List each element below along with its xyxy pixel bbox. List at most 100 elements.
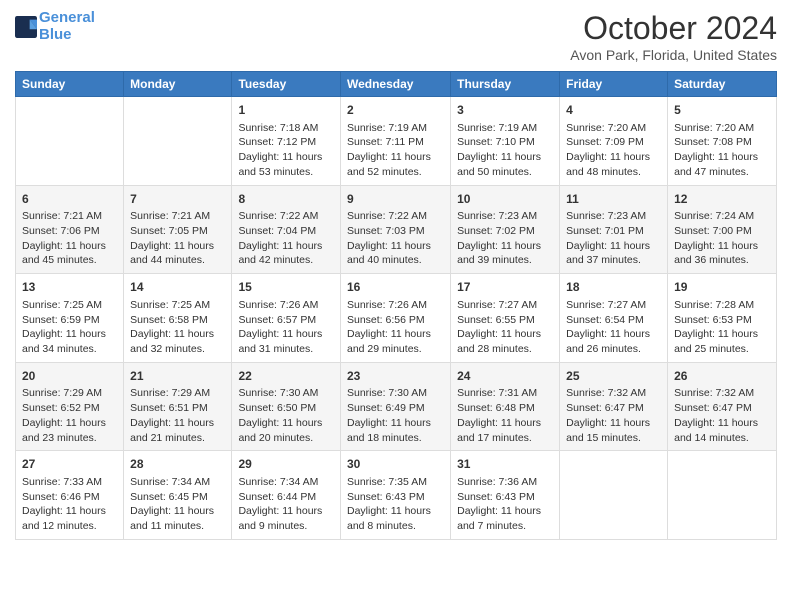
day-number: 7 <box>130 191 225 208</box>
calendar-cell: 2 Sunrise: 7:19 AMSunset: 7:11 PMDaylight… <box>340 97 450 186</box>
cell-content: Sunrise: 7:27 AMSunset: 6:54 PMDaylight:… <box>566 298 661 357</box>
calendar-cell <box>124 97 232 186</box>
logo-line1: General <box>39 9 95 26</box>
calendar-cell: 1 Sunrise: 7:18 AMSunset: 7:12 PMDaylight… <box>232 97 341 186</box>
day-number: 31 <box>457 456 553 473</box>
title-block: October 2024 Avon Park, Florida, United … <box>570 10 777 63</box>
cell-content: Sunrise: 7:19 AMSunset: 7:11 PMDaylight:… <box>347 121 444 180</box>
calendar-cell: 31 Sunrise: 7:36 AMSunset: 6:43 PMDayligh… <box>451 451 560 540</box>
cell-content: Sunrise: 7:30 AMSunset: 6:49 PMDaylight:… <box>347 386 444 445</box>
calendar-cell: 4 Sunrise: 7:20 AMSunset: 7:09 PMDaylight… <box>560 97 668 186</box>
cell-content: Sunrise: 7:18 AMSunset: 7:12 PMDaylight:… <box>238 121 334 180</box>
calendar-week-row: 27 Sunrise: 7:33 AMSunset: 6:46 PMDayligh… <box>16 451 777 540</box>
day-number: 18 <box>566 279 661 296</box>
calendar-cell: 13Sunrise: 7:25 AMSunset: 6:59 PMDayligh… <box>16 274 124 363</box>
calendar-cell: 20Sunrise: 7:29 AMSunset: 6:52 PMDayligh… <box>16 362 124 451</box>
month-title: October 2024 <box>570 10 777 47</box>
calendar-cell: 25Sunrise: 7:32 AMSunset: 6:47 PMDayligh… <box>560 362 668 451</box>
cell-content: Sunrise: 7:21 AMSunset: 7:06 PMDaylight:… <box>22 209 117 268</box>
day-of-week-header: Monday <box>124 72 232 97</box>
calendar-cell: 21Sunrise: 7:29 AMSunset: 6:51 PMDayligh… <box>124 362 232 451</box>
calendar-cell: 12Sunrise: 7:24 AMSunset: 7:00 PMDayligh… <box>668 185 777 274</box>
day-of-week-header: Friday <box>560 72 668 97</box>
cell-content: Sunrise: 7:19 AMSunset: 7:10 PMDaylight:… <box>457 121 553 180</box>
cell-content: Sunrise: 7:36 AMSunset: 6:43 PMDaylight:… <box>457 475 553 534</box>
calendar-week-row: 13Sunrise: 7:25 AMSunset: 6:59 PMDayligh… <box>16 274 777 363</box>
calendar-cell: 5 Sunrise: 7:20 AMSunset: 7:08 PMDaylight… <box>668 97 777 186</box>
cell-content: Sunrise: 7:31 AMSunset: 6:48 PMDaylight:… <box>457 386 553 445</box>
cell-content: Sunrise: 7:22 AMSunset: 7:03 PMDaylight:… <box>347 209 444 268</box>
day-number: 4 <box>566 102 661 119</box>
day-number: 13 <box>22 279 117 296</box>
cell-content: Sunrise: 7:25 AMSunset: 6:58 PMDaylight:… <box>130 298 225 357</box>
cell-content: Sunrise: 7:23 AMSunset: 7:02 PMDaylight:… <box>457 209 553 268</box>
calendar-cell: 11Sunrise: 7:23 AMSunset: 7:01 PMDayligh… <box>560 185 668 274</box>
day-of-week-header: Tuesday <box>232 72 341 97</box>
cell-content: Sunrise: 7:22 AMSunset: 7:04 PMDaylight:… <box>238 209 334 268</box>
day-number: 3 <box>457 102 553 119</box>
location: Avon Park, Florida, United States <box>570 47 777 63</box>
day-of-week-header: Wednesday <box>340 72 450 97</box>
cell-content: Sunrise: 7:20 AMSunset: 7:09 PMDaylight:… <box>566 121 661 180</box>
cell-content: Sunrise: 7:20 AMSunset: 7:08 PMDaylight:… <box>674 121 770 180</box>
day-of-week-header: Saturday <box>668 72 777 97</box>
day-number: 2 <box>347 102 444 119</box>
calendar-week-row: 20Sunrise: 7:29 AMSunset: 6:52 PMDayligh… <box>16 362 777 451</box>
cell-content: Sunrise: 7:32 AMSunset: 6:47 PMDaylight:… <box>674 386 770 445</box>
header: General Blue October 2024 Avon Park, Flo… <box>15 10 777 63</box>
cell-content: Sunrise: 7:21 AMSunset: 7:05 PMDaylight:… <box>130 209 225 268</box>
calendar-cell: 22Sunrise: 7:30 AMSunset: 6:50 PMDayligh… <box>232 362 341 451</box>
calendar-cell: 3 Sunrise: 7:19 AMSunset: 7:10 PMDaylight… <box>451 97 560 186</box>
calendar-cell: 17 Sunrise: 7:27 AMSunset: 6:55 PMDayligh… <box>451 274 560 363</box>
calendar-cell: 28 Sunrise: 7:34 AMSunset: 6:45 PMDayligh… <box>124 451 232 540</box>
cell-content: Sunrise: 7:28 AMSunset: 6:53 PMDaylight:… <box>674 298 770 357</box>
calendar-cell: 24Sunrise: 7:31 AMSunset: 6:48 PMDayligh… <box>451 362 560 451</box>
day-number: 14 <box>130 279 225 296</box>
calendar-cell: 7Sunrise: 7:21 AMSunset: 7:05 PMDaylight… <box>124 185 232 274</box>
cell-content: Sunrise: 7:34 AMSunset: 6:45 PMDaylight:… <box>130 475 225 534</box>
day-number: 8 <box>238 191 334 208</box>
day-number: 28 <box>130 456 225 473</box>
cell-content: Sunrise: 7:33 AMSunset: 6:46 PMDaylight:… <box>22 475 117 534</box>
calendar-cell: 29Sunrise: 7:34 AMSunset: 6:44 PMDayligh… <box>232 451 341 540</box>
day-number: 12 <box>674 191 770 208</box>
page: General Blue October 2024 Avon Park, Flo… <box>0 0 792 612</box>
cell-content: Sunrise: 7:26 AMSunset: 6:57 PMDaylight:… <box>238 298 334 357</box>
day-number: 11 <box>566 191 661 208</box>
cell-content: Sunrise: 7:34 AMSunset: 6:44 PMDaylight:… <box>238 475 334 534</box>
day-number: 22 <box>238 368 334 385</box>
cell-content: Sunrise: 7:30 AMSunset: 6:50 PMDaylight:… <box>238 386 334 445</box>
day-number: 24 <box>457 368 553 385</box>
calendar-cell: 23Sunrise: 7:30 AMSunset: 6:49 PMDayligh… <box>340 362 450 451</box>
cell-content: Sunrise: 7:35 AMSunset: 6:43 PMDaylight:… <box>347 475 444 534</box>
day-number: 23 <box>347 368 444 385</box>
calendar-cell: 16Sunrise: 7:26 AMSunset: 6:56 PMDayligh… <box>340 274 450 363</box>
calendar-cell: 14 Sunrise: 7:25 AMSunset: 6:58 PMDayligh… <box>124 274 232 363</box>
calendar-cell: 26Sunrise: 7:32 AMSunset: 6:47 PMDayligh… <box>668 362 777 451</box>
day-number: 6 <box>22 191 117 208</box>
cell-content: Sunrise: 7:27 AMSunset: 6:55 PMDaylight:… <box>457 298 553 357</box>
day-number: 27 <box>22 456 117 473</box>
calendar-cell: 15 Sunrise: 7:26 AMSunset: 6:57 PMDayligh… <box>232 274 341 363</box>
cell-content: Sunrise: 7:29 AMSunset: 6:51 PMDaylight:… <box>130 386 225 445</box>
calendar-cell: 9Sunrise: 7:22 AMSunset: 7:03 PMDaylight… <box>340 185 450 274</box>
calendar-cell <box>668 451 777 540</box>
day-number: 16 <box>347 279 444 296</box>
day-number: 9 <box>347 191 444 208</box>
logo-icon <box>15 16 37 38</box>
calendar-cell: 10Sunrise: 7:23 AMSunset: 7:02 PMDayligh… <box>451 185 560 274</box>
logo: General Blue <box>15 10 95 43</box>
day-number: 19 <box>674 279 770 296</box>
day-number: 5 <box>674 102 770 119</box>
cell-content: Sunrise: 7:23 AMSunset: 7:01 PMDaylight:… <box>566 209 661 268</box>
calendar-cell: 27 Sunrise: 7:33 AMSunset: 6:46 PMDayligh… <box>16 451 124 540</box>
calendar-week-row: 1 Sunrise: 7:18 AMSunset: 7:12 PMDaylight… <box>16 97 777 186</box>
calendar-cell: 8Sunrise: 7:22 AMSunset: 7:04 PMDaylight… <box>232 185 341 274</box>
cell-content: Sunrise: 7:29 AMSunset: 6:52 PMDaylight:… <box>22 386 117 445</box>
day-of-week-header: Thursday <box>451 72 560 97</box>
day-number: 17 <box>457 279 553 296</box>
day-number: 25 <box>566 368 661 385</box>
day-number: 15 <box>238 279 334 296</box>
day-number: 1 <box>238 102 334 119</box>
day-number: 30 <box>347 456 444 473</box>
